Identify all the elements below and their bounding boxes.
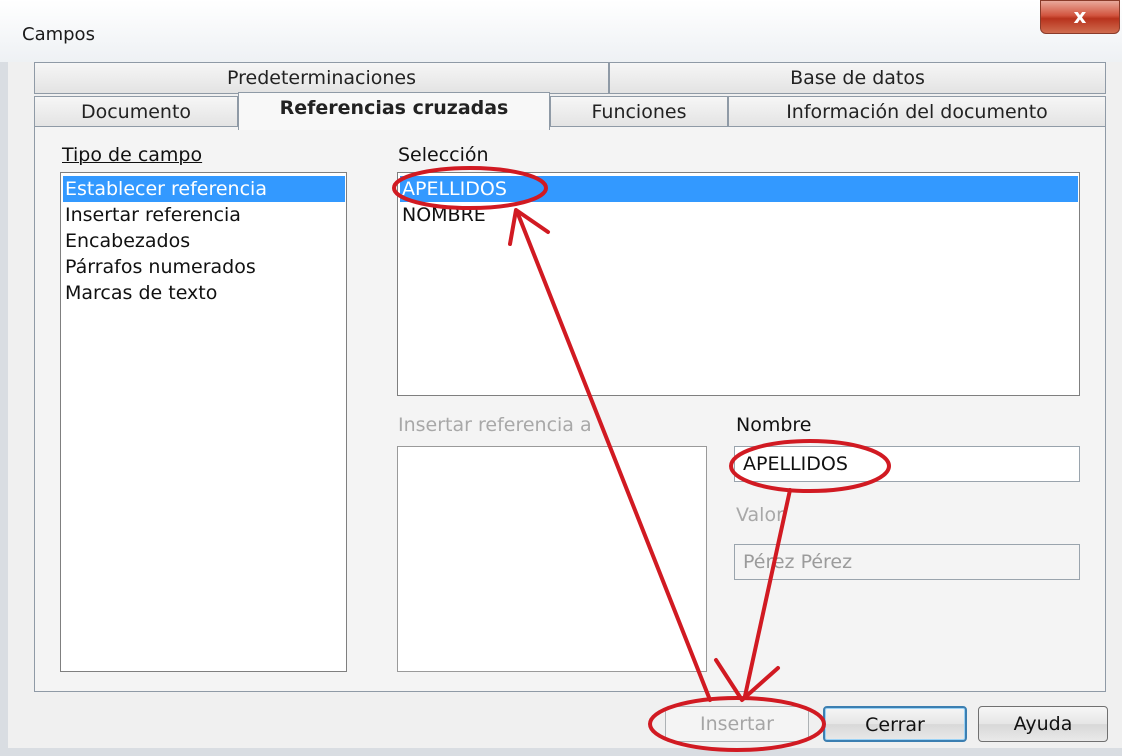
tab-informacion-documento[interactable]: Información del documento — [728, 96, 1106, 128]
insert-reference-label: Insertar referencia a — [398, 414, 592, 436]
value-label: Valor — [736, 504, 784, 526]
field-type-label: Tipo de campo — [62, 144, 203, 166]
close-window-button[interactable]: x — [1040, 0, 1120, 34]
dialog-title: Campos — [22, 24, 95, 45]
list-item[interactable]: APELLIDOS — [400, 176, 1078, 202]
name-field[interactable]: APELLIDOS — [734, 446, 1080, 482]
tab-referencias-cruzadas[interactable]: Referencias cruzadas — [238, 92, 550, 130]
list-item[interactable]: NOMBRE — [400, 202, 486, 228]
insert-button[interactable]: Insertar — [665, 706, 809, 742]
tab-base-de-datos[interactable]: Base de datos — [609, 62, 1106, 94]
title-bar: Campos x — [0, 0, 1122, 62]
insert-reference-list[interactable] — [397, 446, 707, 672]
list-item[interactable]: Establecer referencia — [63, 176, 345, 202]
close-button[interactable]: Cerrar — [823, 706, 967, 742]
window-frame — [0, 62, 8, 756]
help-button[interactable]: Ayuda — [978, 706, 1108, 742]
field-type-list[interactable]: Establecer referencia Insertar referenci… — [60, 172, 347, 672]
name-label: Nombre — [736, 414, 812, 436]
selection-list[interactable]: APELLIDOS NOMBRE — [397, 172, 1080, 396]
tab-funciones[interactable]: Funciones — [550, 96, 728, 128]
tab-predeterminaciones[interactable]: Predeterminaciones — [34, 62, 609, 94]
list-item[interactable]: Párrafos numerados — [63, 254, 256, 280]
close-icon: x — [1073, 4, 1087, 28]
tab-documento[interactable]: Documento — [34, 96, 238, 128]
window-frame-bottom — [0, 748, 1122, 756]
list-item[interactable]: Encabezados — [63, 228, 190, 254]
fields-dialog: Campos x Predeterminaciones Base de dato… — [0, 0, 1122, 756]
value-field[interactable]: Pérez Pérez — [734, 544, 1080, 580]
selection-label: Selección — [398, 144, 489, 166]
list-item[interactable]: Insertar referencia — [63, 202, 241, 228]
list-item[interactable]: Marcas de texto — [63, 280, 217, 306]
